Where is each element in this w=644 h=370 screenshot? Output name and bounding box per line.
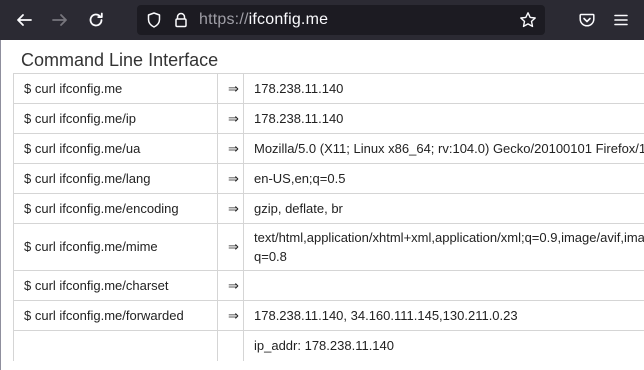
value-cell: 178.238.11.140 [243, 103, 644, 134]
back-button[interactable] [10, 6, 38, 34]
page-content: Command Line Interface $ curl ifconfig.m… [0, 40, 644, 370]
arrow-cell: ⇒ [217, 223, 244, 271]
value-cell [243, 270, 644, 301]
page-heading: Command Line Interface [21, 50, 219, 70]
forward-button[interactable] [46, 6, 74, 34]
arrow-cell: ⇒ [217, 193, 244, 224]
lock-icon[interactable] [172, 11, 190, 29]
value-cell: ip_addr: 178.238.11.140 [243, 330, 644, 361]
bookmark-star-icon[interactable] [519, 11, 537, 29]
command-cell: $ curl ifconfig.me/ip [13, 103, 218, 134]
value-cell: 178.238.11.140 [243, 73, 644, 104]
url-host: ifconfig.me [248, 11, 329, 28]
command-cell: $ curl ifconfig.me/forwarded [13, 300, 218, 331]
url-protocol: https:// [199, 11, 249, 28]
command-cell: $ curl ifconfig.me/charset [13, 270, 218, 301]
pocket-button[interactable] [573, 6, 601, 34]
command-cell: $ curl ifconfig.me/mime [13, 223, 218, 271]
address-bar[interactable]: https://ifconfig.me [137, 5, 545, 35]
table-row: $ curl ifconfig.me/ua ⇒ Mozilla/5.0 (X11… [13, 133, 644, 164]
reload-icon [89, 12, 103, 27]
value-cell: Mozilla/5.0 (X11; Linux x86_64; rv:104.0… [243, 133, 644, 164]
arrow-cell: ⇒ [217, 133, 244, 164]
table-row: $ curl ifconfig.me/charset ⇒ [13, 270, 644, 301]
forward-arrow-icon [52, 14, 67, 26]
value-cell: 178.238.11.140, 34.160.111.145,130.211.0… [243, 300, 644, 331]
url-text[interactable]: https://ifconfig.me [199, 11, 328, 29]
arrow-cell: ⇒ [217, 163, 244, 194]
browser-toolbar: https://ifconfig.me [0, 0, 644, 40]
reload-button[interactable] [82, 6, 110, 34]
table-row: ip_addr: 178.238.11.140 [13, 330, 644, 361]
hamburger-menu-icon [614, 14, 628, 26]
table-row: $ curl ifconfig.me/encoding ⇒ gzip, defl… [13, 193, 644, 224]
arrow-cell: ⇒ [217, 73, 244, 104]
command-cell: $ curl ifconfig.me [13, 73, 218, 104]
value-cell: text/html,application/xhtml+xml,applicat… [243, 223, 644, 271]
command-cell: $ curl ifconfig.me/encoding [13, 193, 218, 224]
command-cell: $ curl ifconfig.me/ua [13, 133, 218, 164]
shield-icon[interactable] [145, 11, 163, 29]
table-row: $ curl ifconfig.me/ip ⇒ 178.238.11.140 [13, 103, 644, 134]
command-cell [13, 330, 218, 361]
back-arrow-icon [17, 14, 32, 26]
table-row: $ curl ifconfig.me/lang ⇒ en-US,en;q=0.5 [13, 163, 644, 194]
table-row: $ curl ifconfig.me/forwarded ⇒ 178.238.1… [13, 300, 644, 331]
arrow-cell: ⇒ [217, 270, 244, 301]
cli-table: $ curl ifconfig.me ⇒ 178.238.11.140 $ cu… [13, 73, 644, 361]
menu-button[interactable] [607, 6, 635, 34]
table-row: $ curl ifconfig.me/mime ⇒ text/html,appl… [13, 223, 644, 271]
pocket-icon [579, 13, 595, 27]
value-line: text/html,application/xhtml+xml,applicat… [254, 230, 644, 245]
value-line: q=0.8 [254, 249, 287, 264]
arrow-cell: ⇒ [217, 300, 244, 331]
table-row: $ curl ifconfig.me ⇒ 178.238.11.140 [13, 73, 644, 104]
value-cell: gzip, deflate, br [243, 193, 644, 224]
command-cell: $ curl ifconfig.me/lang [13, 163, 218, 194]
value-cell: en-US,en;q=0.5 [243, 163, 644, 194]
arrow-cell: ⇒ [217, 103, 244, 134]
arrow-cell [217, 330, 244, 361]
